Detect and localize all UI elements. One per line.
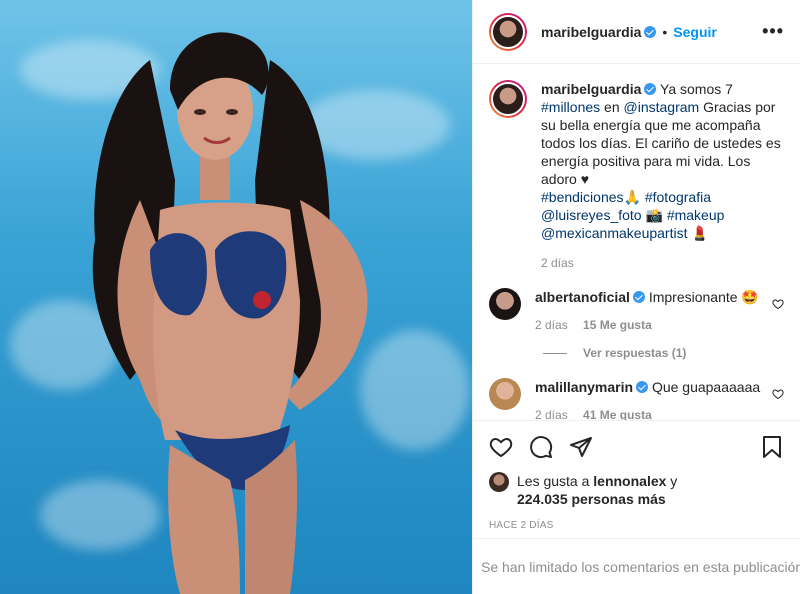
comment-time[interactable]: 2 días [535,408,568,420]
post-sidebar: maribelguardia • Seguir ••• maribelguard… [472,0,800,594]
woman-figure-illustration [92,32,368,594]
comment-text: Impresionante 🤩 [648,289,759,305]
hashtag-link[interactable]: #makeup [667,207,725,223]
hashtag-link[interactable]: #millones [541,99,600,115]
post-header: maribelguardia • Seguir ••• [473,0,800,64]
post-actions [473,420,800,472]
separator-dot: • [662,23,668,40]
comments-list[interactable]: maribelguardia Ya somos 7 #millones en @… [473,64,800,420]
like-comment-heart-icon[interactable] [772,388,784,400]
comment-likes[interactable]: 41 Me gusta [583,408,652,420]
emoji: 📸 [645,207,663,223]
caption-text: en [600,99,624,115]
mention-link[interactable]: @luisreyes_foto [541,207,642,223]
like-heart-icon[interactable] [489,435,513,459]
view-replies-label[interactable]: Ver respuestas (1) [583,346,686,360]
verified-icon [636,381,649,393]
comment-text: Que guapaaaaaa [651,379,761,395]
instagram-post: maribelguardia • Seguir ••• maribelguard… [0,0,800,594]
comment-username[interactable]: malillanymarin [535,379,633,395]
commenter-avatar[interactable] [489,378,521,410]
caption-text: Ya somos 7 [660,81,733,97]
emoji: 🙏 [623,189,641,205]
emoji: 💄 [691,225,709,241]
comment-time[interactable]: 2 días [535,318,568,332]
follow-button[interactable]: Seguir [673,24,717,40]
liker-username[interactable]: lennonalex [593,473,666,489]
comment-username[interactable]: albertanoficial [535,289,630,305]
likes-mid: y [666,473,678,489]
share-paper-plane-icon[interactable] [569,435,593,459]
post-photo[interactable] [0,0,472,594]
comment-meta: 2 días 41 Me gusta [535,406,764,420]
hashtag-link[interactable]: #bendiciones [541,189,624,205]
mention-link[interactable]: @mexicanmakeupartist [541,225,688,241]
caption: maribelguardia Ya somos 7 #millones en @… [489,80,784,272]
likes-count[interactable]: 224.035 personas más [517,491,666,507]
post-date[interactable]: HACE 2 DÍAS [473,512,800,538]
likes-prefix: Les gusta a [517,473,594,489]
replies-line [543,352,567,354]
comment-meta: 2 días 15 Me gusta [535,316,764,334]
caption-avatar[interactable] [489,80,527,118]
caption-time-link[interactable]: 2 días [541,256,574,270]
likes-text: Les gusta a lennonalex y 224.035 persona… [517,472,677,508]
view-replies[interactable]: Ver respuestas (1) [543,346,784,360]
mention-link[interactable]: @instagram [624,99,700,115]
hashtag-link[interactable]: #fotografia [645,189,711,205]
author-info: maribelguardia • Seguir [541,24,717,40]
like-comment-heart-icon[interactable] [772,298,784,310]
save-bookmark-icon[interactable] [760,435,784,459]
comments-limited-notice: Se han limitado los comentarios en esta … [473,538,800,594]
comment-item: albertanoficial Impresionante 🤩 2 días 1… [489,288,784,334]
caption-body: maribelguardia Ya somos 7 #millones en @… [541,80,784,272]
comment-body: albertanoficial Impresionante 🤩 2 días 1… [535,288,764,334]
author-avatar[interactable] [489,12,527,51]
commenter-avatar[interactable] [489,288,521,320]
comment-likes[interactable]: 15 Me gusta [583,318,652,332]
likes-summary: Les gusta a lennonalex y 224.035 persona… [473,472,800,512]
liker-avatar[interactable] [489,472,509,492]
comment-bubble-icon[interactable] [529,435,553,459]
comment-item: malillanymarin Que guapaaaaaa 2 días 41 … [489,378,784,420]
caption-time: 2 días [541,254,784,272]
author-username[interactable]: maribelguardia [541,24,641,40]
comment-body: malillanymarin Que guapaaaaaa 2 días 41 … [535,378,764,420]
caption-username[interactable]: maribelguardia [541,81,641,97]
more-options-icon[interactable]: ••• [762,21,784,42]
verified-icon [632,291,645,303]
verified-icon [644,83,657,95]
verified-icon [644,25,657,38]
